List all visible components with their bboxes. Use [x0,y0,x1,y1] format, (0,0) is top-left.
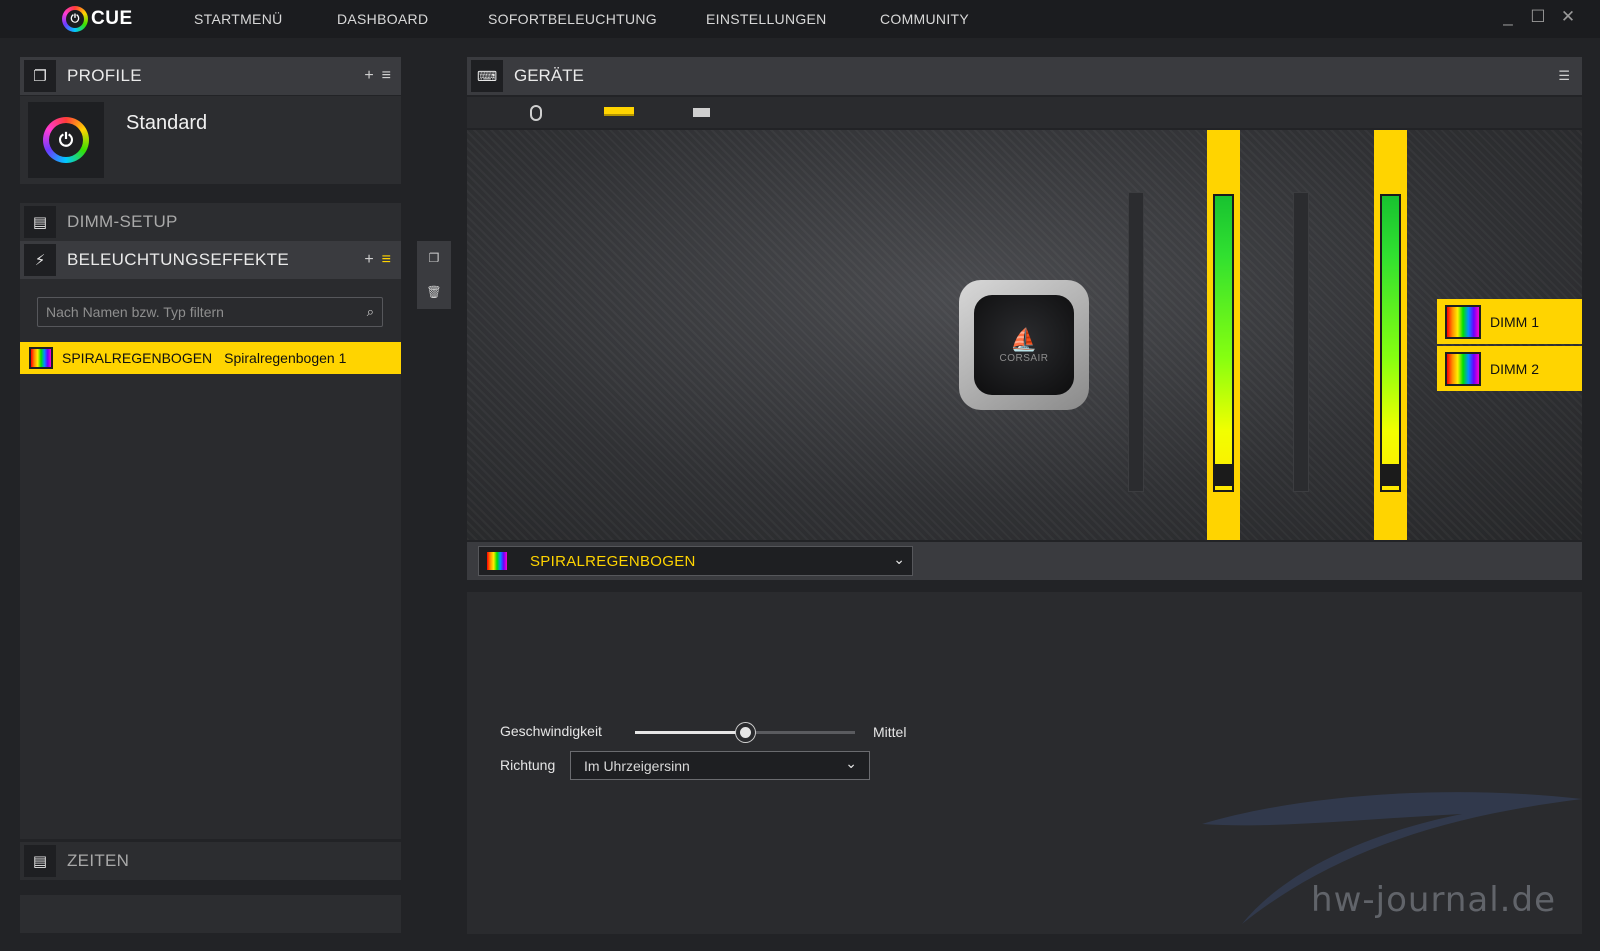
add-profile-button[interactable]: + [364,67,373,85]
effect-select-value: SPIRALREGENBOGEN [530,552,696,570]
zeiten-panel [20,895,401,933]
ram-icon: ▤ [24,206,56,238]
chevron-down-icon: ⌄ [845,755,857,771]
watermark-text: hw-journal.de [1311,880,1556,920]
device-tabs [467,97,1582,128]
profiles-menu-button[interactable]: ≡ [382,67,391,85]
effect-tools: ❐ 🗑 [417,241,451,309]
dimm-2-item[interactable]: DIMM 2 [1437,346,1582,391]
empty-ram-slot [1293,192,1309,492]
cue-profile-icon: ⏻ [43,117,89,163]
effects-filter-input[interactable] [38,298,382,326]
speed-slider-fill [635,731,745,734]
effects-list-panel: ⌕ SPIRALREGENBOGEN Spiralregenbogen 1 [20,279,401,839]
speed-value: Mittel [873,724,907,740]
effect-select[interactable]: SPIRALREGENBOGEN ⌄ [478,546,913,576]
speed-label: Geschwindigkeit [500,723,602,739]
speed-slider-knob[interactable] [736,723,755,742]
close-icon[interactable]: ✕ [1560,8,1576,26]
direction-label: Richtung [500,757,556,773]
rainbow-swatch-icon [485,550,509,572]
effects-menu-button[interactable]: ≡ [382,251,391,269]
cooler-pump[interactable]: ⛵ CORSAIR [959,280,1089,410]
pump-brand: CORSAIR [999,352,1049,364]
ram-tab-icon[interactable] [604,107,634,116]
devices-title: GERÄTE [514,66,584,85]
empty-ram-slot [1128,192,1144,492]
dimm-1-item[interactable]: DIMM 1 [1437,299,1582,344]
nav-sofortbeleuchtung[interactable]: SOFORTBELEUCHTUNG [488,11,657,27]
maximize-icon[interactable]: ☐ [1530,8,1546,26]
cue-logo-icon: ⏻ [62,6,88,32]
profiles-icon: ❐ [24,60,56,92]
app-logo[interactable]: ⏻ CUE [62,4,134,34]
dimm-list: DIMM 1 DIMM 2 [1437,299,1582,393]
add-effect-button[interactable]: + [364,251,373,269]
profiles-header: ❐ PROFILE + ≡ [20,57,401,95]
dimm-setup-header[interactable]: ▤ DIMM-SETUP [20,203,401,241]
rainbow-swatch-icon [1445,304,1481,339]
chevron-down-icon: ⌄ [893,551,905,567]
dimm-2-label: DIMM 2 [1490,360,1539,377]
nav-einstellungen[interactable]: EINSTELLUNGEN [706,11,827,27]
keyboard-icon: ⌨ [471,60,503,92]
title-bar: ⏻ CUE STARTMENÜ DASHBOARD SOFORTBELEUCHT… [0,0,1600,38]
device-preview: ⛵ CORSAIR [467,130,1582,540]
profiles-title: PROFILE [67,66,142,85]
dimm-1-module[interactable] [1207,130,1240,540]
direction-select[interactable]: Im Uhrzeigersinn ⌄ [570,751,870,780]
zeiten-title: ZEITEN [67,851,130,870]
effects-header: ⚡ BELEUCHTUNGSEFFEKTE + ≡ [20,241,401,279]
mouse-icon[interactable] [530,105,542,121]
rainbow-swatch-icon [29,347,53,369]
dimm-2-module[interactable] [1374,130,1407,540]
profile-avatar: ⏻ [28,102,104,178]
effects-filter: ⌕ [37,297,383,327]
profile-name: Standard [126,112,208,134]
rainbow-swatch-icon [1445,351,1481,386]
trash-icon[interactable]: 🗑 [426,285,441,299]
search-icon[interactable]: ⌕ [367,304,374,320]
devices-header: ⌨ GERÄTE ☰ [467,57,1582,95]
nav-community[interactable]: COMMUNITY [880,11,969,27]
effects-title: BELEUCHTUNGSEFFEKTE [67,250,290,269]
app-logo-text: CUE [91,8,133,29]
devices-menu-icon[interactable]: ☰ [1558,68,1570,84]
zeiten-header[interactable]: ▤ ZEITEN [20,842,401,880]
speed-slider[interactable] [635,723,855,742]
corsair-sail-icon: ⛵ [1010,326,1038,352]
direction-value: Im Uhrzeigersinn [584,757,690,774]
copy-icon[interactable]: ❐ [429,251,440,265]
effect-bar: SPIRALREGENBOGEN ⌄ [467,542,1582,580]
keyboard-tab-icon[interactable] [693,108,710,117]
nav-startmenu[interactable]: STARTMENÜ [194,11,283,27]
profile-item[interactable]: ⏻ Standard [20,96,401,184]
ram-icon: ▤ [24,845,56,877]
effect-name: Spiralregenbogen 1 [224,350,347,366]
dimm-setup-title: DIMM-SETUP [67,212,178,231]
effect-settings-panel: hw-journal.de Geschwindigkeit Mittel Ric… [467,592,1582,934]
window-controls: _ ☐ ✕ [1500,8,1576,26]
nav-dashboard[interactable]: DASHBOARD [337,11,428,27]
dimm-1-label: DIMM 1 [1490,313,1539,330]
effect-list-item[interactable]: SPIRALREGENBOGEN Spiralregenbogen 1 [20,342,401,374]
effect-type: SPIRALREGENBOGEN [62,350,213,366]
minimize-icon[interactable]: _ [1500,8,1516,26]
lightning-icon: ⚡ [24,244,56,276]
